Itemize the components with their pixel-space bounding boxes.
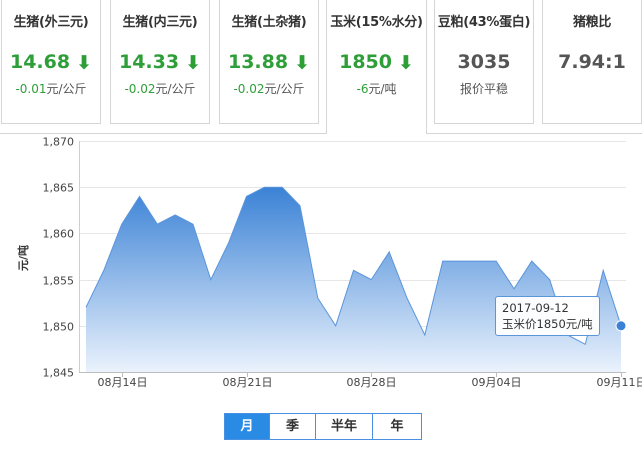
tooltip-value: 玉米价1850元/吨 bbox=[502, 317, 593, 331]
x-tick-label: 08月21日 bbox=[223, 376, 273, 389]
range-selector: 月 季 半年 年 bbox=[224, 413, 422, 440]
range-quarter-button[interactable]: 季 bbox=[269, 414, 315, 439]
range-month-button[interactable]: 月 bbox=[225, 414, 269, 439]
chart-tooltip: 2017-09-12 玉米价1850元/吨 bbox=[495, 296, 600, 336]
y-tick-label: 1,850 bbox=[43, 321, 75, 334]
y-axis: 1,845 1,850 1,855 1,860 1,865 1,870 bbox=[43, 136, 80, 380]
x-tick-label: 09月11日 bbox=[597, 376, 642, 389]
range-halfyear-button[interactable]: 半年 bbox=[315, 414, 372, 439]
x-tick-label: 08月28日 bbox=[347, 376, 397, 389]
x-tick-label: 08月14日 bbox=[98, 376, 148, 389]
y-tick-label: 1,845 bbox=[43, 367, 75, 380]
price-chart: 1,845 1,850 1,855 1,860 1,865 1,870 元/吨 08月14… bbox=[0, 133, 642, 389]
y-tick-label: 1,870 bbox=[43, 136, 75, 149]
down-arrow-icon: ⬇ bbox=[397, 52, 414, 74]
card-corn[interactable]: 玉米(15%水分) 1850 ⬇ -6元/吨 bbox=[326, 0, 427, 134]
y-axis-label: 元/吨 bbox=[16, 245, 30, 271]
highlighted-data-point[interactable] bbox=[615, 320, 627, 332]
y-tick-label: 1,860 bbox=[43, 228, 75, 241]
y-tick-label: 1,865 bbox=[43, 182, 75, 195]
x-tick-label: 09月04日 bbox=[472, 376, 522, 389]
card-price: 1850 ⬇ bbox=[339, 51, 414, 74]
range-year-button[interactable]: 年 bbox=[372, 414, 421, 439]
x-axis: 08月14日 08月21日 08月28日 09月04日 09月11日 bbox=[79, 372, 642, 389]
data-points bbox=[615, 320, 627, 332]
card-title: 玉米(15%水分) bbox=[330, 15, 423, 30]
price-area bbox=[86, 187, 621, 372]
y-tick-label: 1,855 bbox=[43, 275, 75, 288]
card-change: -6元/吨 bbox=[356, 82, 397, 96]
tooltip-date: 2017-09-12 bbox=[502, 301, 569, 315]
